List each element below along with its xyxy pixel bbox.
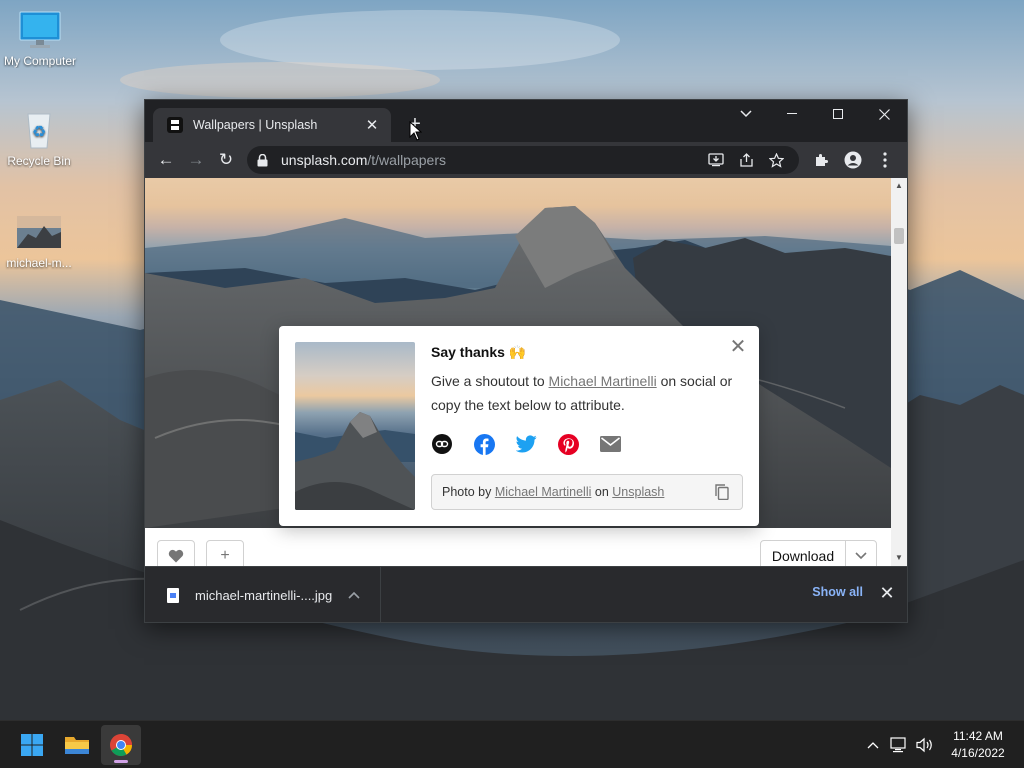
monitor-icon [17, 10, 63, 50]
download-shelf: michael-martinelli-....jpg Show all ✕ [145, 566, 907, 623]
download-item[interactable]: michael-martinelli-....jpg [145, 567, 381, 623]
url-path: /t/wallpapers [367, 152, 446, 168]
download-options-button[interactable] [845, 540, 877, 566]
share-icon[interactable] [731, 148, 761, 172]
file-explorer-icon [65, 737, 89, 754]
clock-date: 4/16/2022 [951, 746, 1005, 760]
like-button[interactable] [157, 540, 195, 566]
clock-time: 11:42 AM [953, 729, 1003, 743]
link-icon[interactable] [431, 433, 453, 455]
add-to-collection-button[interactable]: + [206, 540, 244, 566]
email-icon[interactable] [599, 433, 621, 455]
chevron-down-icon [855, 552, 867, 560]
active-app-indicator [114, 760, 128, 763]
share-buttons [431, 433, 641, 455]
scroll-up-arrow[interactable]: ▲ [891, 178, 907, 194]
copy-icon[interactable] [712, 482, 732, 502]
author-link[interactable]: Michael Martinelli [549, 373, 657, 389]
dialog-heading: Say thanks 🙌 [431, 344, 527, 360]
image-file-icon [167, 587, 179, 603]
browser-toolbar: ← → ↻ unsplash.com /t/wallpapers [145, 142, 907, 178]
extensions-icon[interactable] [805, 146, 837, 174]
scroll-down-arrow[interactable]: ▼ [891, 550, 907, 566]
tab-close-icon[interactable]: ✕ [363, 116, 381, 134]
lock-icon[interactable] [257, 153, 275, 167]
install-icon[interactable] [701, 148, 731, 172]
desktop-icon-label: Recycle Bin [7, 154, 71, 168]
chevron-up-icon[interactable] [348, 588, 366, 602]
pinterest-icon[interactable] [557, 433, 579, 455]
forward-button[interactable]: → [181, 146, 211, 174]
chevron-up-icon[interactable] [860, 730, 886, 760]
browser-titlebar: Wallpapers | Unsplash ✕ + [145, 100, 907, 142]
dialog-content: Say thanks 🙌 Give a shoutout to Michael … [431, 344, 743, 417]
download-button[interactable]: Download [760, 540, 846, 566]
taskbar: 11:42 AM 4/16/2022 [0, 720, 1024, 768]
twitter-icon[interactable] [515, 433, 537, 455]
photo-thumbnail [295, 342, 415, 510]
mouse-cursor-icon [409, 120, 423, 146]
browser-window: Wallpapers | Unsplash ✕ + ← → ↻ unsplash… [144, 99, 908, 623]
chrome-taskbar-button[interactable] [101, 725, 141, 765]
tab-unsplash[interactable]: Wallpapers | Unsplash ✕ [153, 108, 391, 142]
volume-icon[interactable] [912, 730, 938, 760]
back-button[interactable]: ← [151, 146, 181, 174]
desktop-icon-recycle-bin[interactable]: ♻ Recycle Bin [0, 110, 78, 168]
clock[interactable]: 11:42 AM 4/16/2022 [942, 728, 1014, 762]
page-viewport: + Download ▲ ▼ ✕ Say thanks 🙌 Give a sho… [145, 178, 907, 566]
profile-icon[interactable] [837, 146, 869, 174]
tab-title: Wallpapers | Unsplash [193, 118, 318, 132]
start-button[interactable] [12, 725, 52, 765]
desktop-icon-label: My Computer [3, 54, 77, 68]
minimize-button[interactable] [769, 100, 815, 128]
network-icon[interactable] [886, 730, 912, 760]
close-download-shelf-icon[interactable]: ✕ [877, 583, 897, 604]
file-explorer-button[interactable] [57, 725, 97, 765]
reload-button[interactable]: ↻ [211, 146, 241, 174]
image-file-icon [16, 212, 62, 252]
desktop-icon-image-file[interactable]: michael-m... [0, 212, 78, 270]
tab-search-dropdown-icon[interactable] [723, 100, 769, 128]
close-window-button[interactable] [861, 100, 907, 128]
attribution-site-link[interactable]: Unsplash [612, 485, 664, 499]
menu-icon[interactable] [869, 146, 901, 174]
url-host: unsplash.com [281, 152, 368, 168]
show-all-downloads-link[interactable]: Show all [812, 585, 863, 599]
svg-text:♻: ♻ [32, 122, 46, 141]
download-file-name: michael-martinelli-....jpg [195, 587, 333, 603]
heart-icon [168, 549, 184, 563]
photo-actions-bar: + Download [145, 528, 891, 566]
desktop-icon-label: michael-m... [6, 256, 72, 270]
window-controls [723, 100, 907, 128]
attribution-author-link[interactable]: Michael Martinelli [495, 485, 592, 499]
recycle-bin-icon: ♻ [16, 110, 62, 150]
bookmark-star-icon[interactable] [761, 148, 791, 172]
system-tray: 11:42 AM 4/16/2022 [860, 721, 1024, 768]
desktop-icon-my-computer[interactable]: My Computer [1, 10, 79, 68]
unsplash-favicon-icon [167, 117, 183, 133]
chrome-icon [110, 734, 132, 756]
start-icon [21, 734, 43, 756]
dialog-message: Give a shoutout to Michael Martinelli on… [431, 373, 733, 413]
scroll-thumb[interactable] [894, 228, 904, 244]
facebook-icon[interactable] [473, 433, 495, 455]
say-thanks-dialog: ✕ Say thanks 🙌 Give a shoutout to Michae… [279, 326, 759, 526]
page-scrollbar[interactable]: ▲ ▼ [891, 178, 907, 566]
maximize-button[interactable] [815, 100, 861, 128]
attribution-text-box[interactable]: Photo by Michael Martinelli on Unsplash [431, 474, 743, 510]
address-bar[interactable]: unsplash.com /t/wallpapers [247, 146, 799, 174]
